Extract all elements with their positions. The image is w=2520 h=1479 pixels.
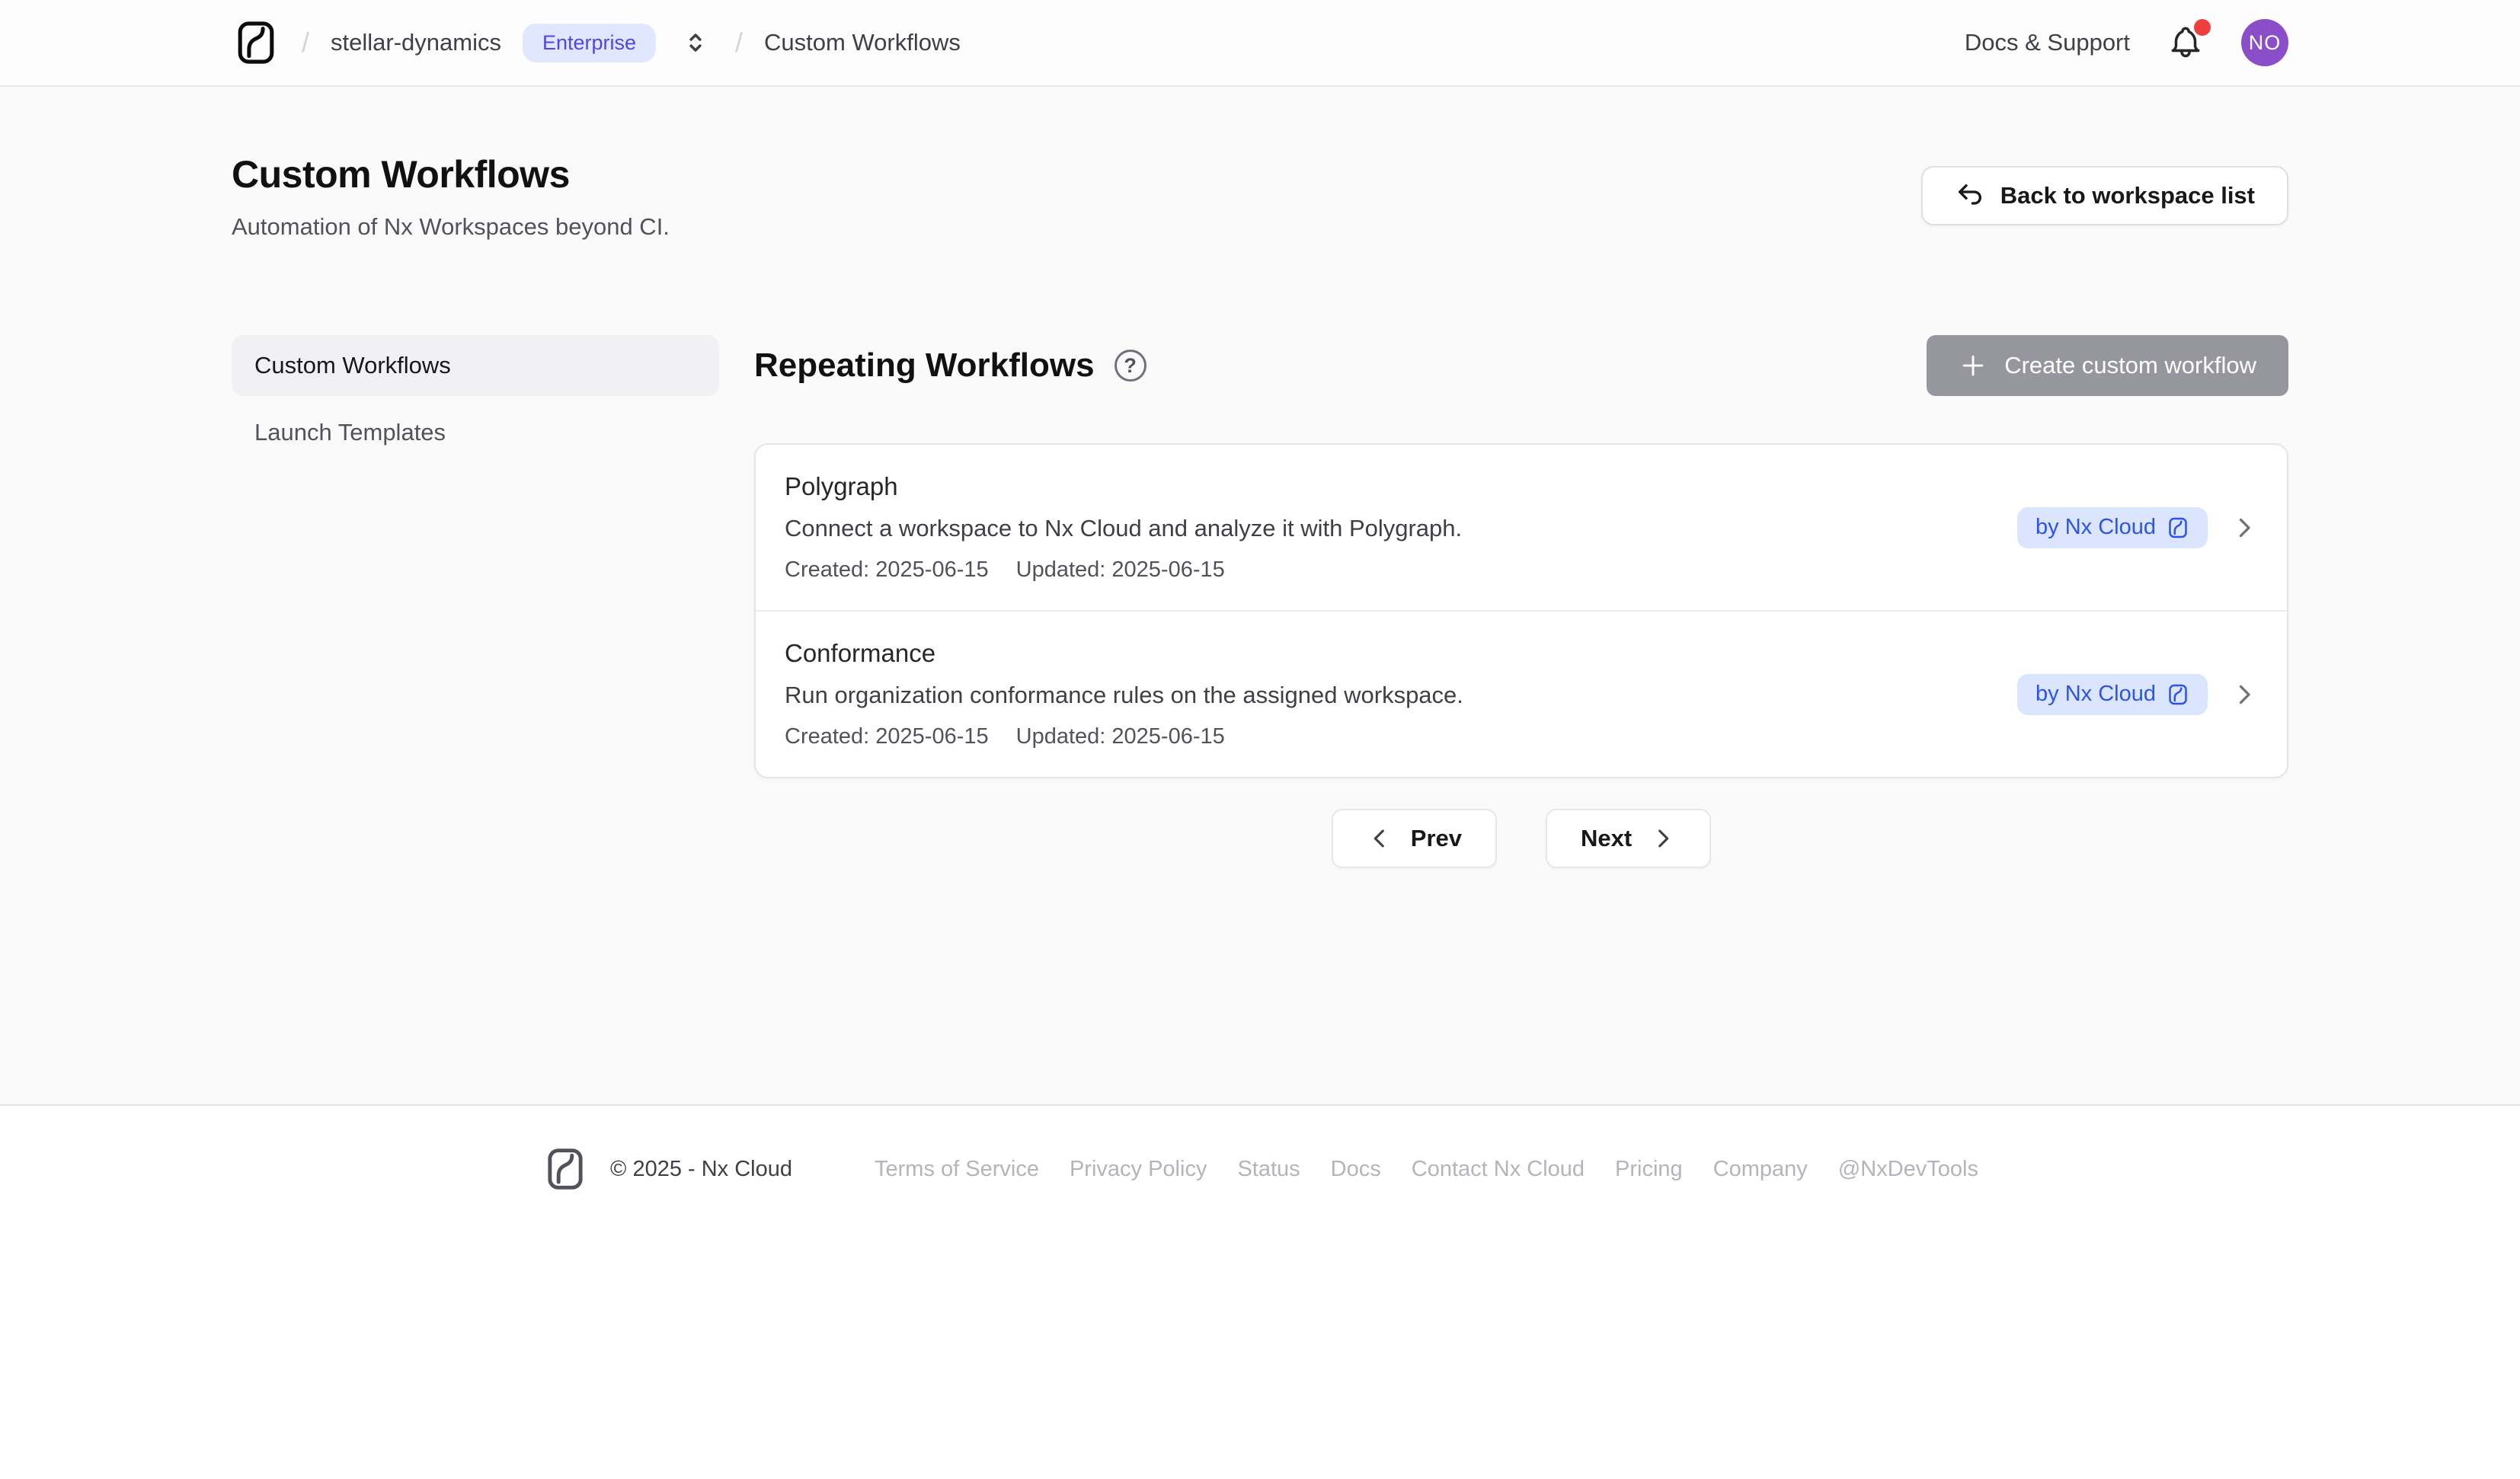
chevron-left-icon (1367, 826, 1393, 851)
back-to-workspace-list-button[interactable]: Back to workspace list (1921, 166, 2288, 225)
next-label: Next (1581, 825, 1632, 852)
page-title: Custom Workflows (232, 152, 670, 196)
breadcrumb-separator: / (302, 27, 309, 59)
footer-inner: © 2025 - Nx Cloud Terms of Service Priva… (0, 1145, 2520, 1193)
plus-icon (1959, 351, 1988, 380)
footer-brand: © 2025 - Nx Cloud (542, 1145, 792, 1193)
prev-label: Prev (1411, 825, 1462, 852)
breadcrumb-workspace[interactable]: stellar-dynamics (331, 29, 501, 56)
back-button-label: Back to workspace list (2000, 182, 2255, 209)
footer-link-privacy[interactable]: Privacy Policy (1070, 1157, 1207, 1182)
docs-support-link[interactable]: Docs & Support (1965, 29, 2130, 56)
sidebar-item-launch-templates[interactable]: Launch Templates (232, 402, 719, 463)
breadcrumb-separator: / (735, 27, 743, 59)
workflow-created: Created: 2025-06-15 (785, 557, 989, 583)
footer-link-status[interactable]: Status (1237, 1157, 1300, 1182)
workflow-row-right: by Nx Cloud (2017, 507, 2258, 548)
nx-cloud-logo-icon[interactable] (232, 18, 280, 67)
pagination: Prev Next (754, 809, 2288, 868)
footer-link-contact[interactable]: Contact Nx Cloud (1412, 1157, 1585, 1182)
section-title-wrap: Repeating Workflows ? (754, 347, 1146, 385)
workflow-name: Conformance (785, 639, 2017, 668)
page-footer: © 2025 - Nx Cloud Terms of Service Priva… (0, 1106, 2520, 1238)
breadcrumb-section[interactable]: Custom Workflows (764, 29, 961, 56)
workflow-name: Polygraph (785, 472, 2017, 501)
workflows-card: Polygraph Connect a workspace to Nx Clou… (754, 443, 2288, 778)
return-arrow-icon (1955, 180, 1985, 211)
enterprise-badge: Enterprise (523, 24, 656, 62)
repeating-workflows-section: Repeating Workflows ? Create custom work… (754, 335, 2288, 868)
avatar[interactable]: NO (2241, 19, 2288, 66)
page-subtitle: Automation of Nx Workspaces beyond CI. (232, 213, 670, 241)
section-header: Repeating Workflows ? Create custom work… (754, 335, 2288, 396)
prev-page-button[interactable]: Prev (1332, 809, 1497, 868)
body-grid: Custom Workflows Launch Templates Repeat… (232, 335, 2288, 868)
badge-label: by Nx Cloud (2036, 516, 2156, 538)
notifications-button[interactable] (2163, 21, 2208, 65)
footer-link-company[interactable]: Company (1713, 1157, 1808, 1182)
workflow-row-right: by Nx Cloud (2017, 674, 2258, 715)
navbar-actions: Docs & Support NO (1965, 19, 2288, 66)
top-navbar: / stellar-dynamics Enterprise / Custom W… (0, 0, 2520, 87)
workflow-row-conformance[interactable]: Conformance Run organization conformance… (756, 610, 2287, 777)
breadcrumb: / stellar-dynamics Enterprise / Custom W… (232, 18, 961, 67)
page-container: Custom Workflows Automation of Nx Worksp… (232, 152, 2288, 868)
nx-logo-small-icon (2167, 683, 2189, 706)
chevron-right-icon (2231, 514, 2258, 541)
footer-link-docs[interactable]: Docs (1331, 1157, 1381, 1182)
main-content: Custom Workflows Automation of Nx Worksp… (0, 87, 2520, 1106)
workflow-row-polygraph[interactable]: Polygraph Connect a workspace to Nx Clou… (756, 445, 2287, 610)
sidebar-item-custom-workflows[interactable]: Custom Workflows (232, 335, 719, 396)
notification-dot (2194, 19, 2211, 36)
help-icon[interactable]: ? (1114, 350, 1146, 382)
nx-logo-small-icon (2167, 516, 2189, 539)
workspace-switcher-button[interactable] (677, 24, 714, 61)
footer-link-terms[interactable]: Terms of Service (875, 1157, 1039, 1182)
badge-label: by Nx Cloud (2036, 683, 2156, 705)
workflow-meta: Created: 2025-06-15 Updated: 2025-06-15 (785, 557, 2017, 583)
next-page-button[interactable]: Next (1546, 809, 1711, 868)
workflow-description: Connect a workspace to Nx Cloud and anal… (785, 515, 2017, 542)
footer-link-nxdevtools[interactable]: @NxDevTools (1838, 1157, 1978, 1182)
workflow-created: Created: 2025-06-15 (785, 724, 989, 749)
footer-link-pricing[interactable]: Pricing (1615, 1157, 1683, 1182)
page-header: Custom Workflows Automation of Nx Worksp… (232, 152, 2288, 241)
chevron-right-icon (2231, 681, 2258, 708)
settings-sidebar: Custom Workflows Launch Templates (232, 335, 719, 463)
by-nx-cloud-badge: by Nx Cloud (2017, 507, 2208, 548)
navbar-inner: / stellar-dynamics Enterprise / Custom W… (232, 18, 2288, 67)
create-custom-workflow-button[interactable]: Create custom workflow (1927, 335, 2288, 396)
workflow-info: Polygraph Connect a workspace to Nx Clou… (785, 472, 2017, 583)
footer-links: Terms of Service Privacy Policy Status D… (875, 1157, 1978, 1182)
section-title: Repeating Workflows (754, 347, 1095, 385)
workflow-meta: Created: 2025-06-15 Updated: 2025-06-15 (785, 724, 2017, 749)
workflow-info: Conformance Run organization conformance… (785, 639, 2017, 749)
unfold-chevrons-icon (680, 27, 711, 58)
copyright-text: © 2025 - Nx Cloud (610, 1157, 792, 1182)
chevron-right-icon (1650, 826, 1676, 851)
workflow-updated: Updated: 2025-06-15 (1016, 724, 1225, 749)
nx-cloud-footer-logo-icon[interactable] (542, 1145, 589, 1193)
workflow-updated: Updated: 2025-06-15 (1016, 557, 1225, 583)
create-button-label: Create custom workflow (2004, 352, 2256, 379)
page-header-text: Custom Workflows Automation of Nx Worksp… (232, 152, 670, 241)
workflow-description: Run organization conformance rules on th… (785, 682, 2017, 709)
by-nx-cloud-badge: by Nx Cloud (2017, 674, 2208, 715)
